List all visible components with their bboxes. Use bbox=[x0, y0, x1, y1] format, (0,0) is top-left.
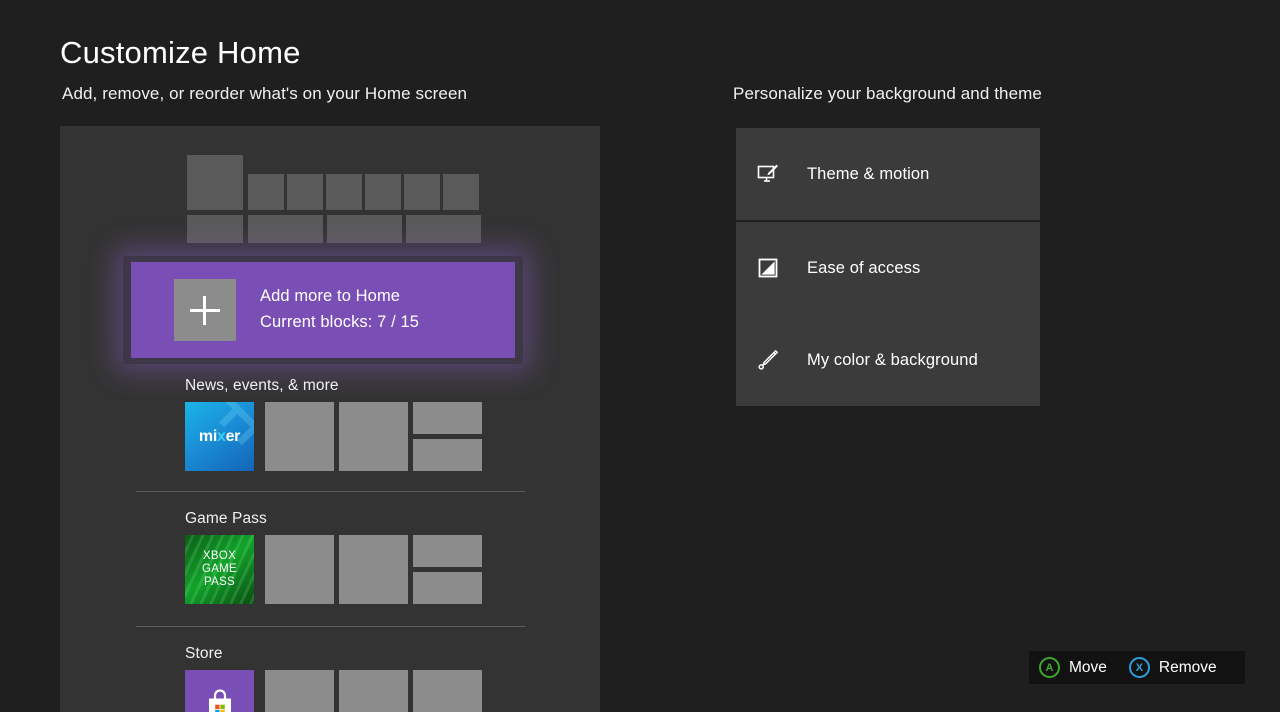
page-subtitle: Add, remove, or reorder what's on your H… bbox=[62, 84, 468, 103]
preview-tile bbox=[443, 174, 479, 210]
tile-placeholder[interactable] bbox=[265, 670, 334, 712]
tiles-row bbox=[185, 670, 482, 712]
tile-placeholder[interactable] bbox=[339, 402, 408, 471]
a-button-icon: A bbox=[1039, 657, 1060, 678]
tile-placeholder[interactable] bbox=[413, 402, 482, 434]
button-legend: A Move X Remove bbox=[1029, 651, 1245, 684]
tiles-row: XBOX GAME PASS bbox=[185, 535, 482, 604]
preview-tile bbox=[404, 174, 440, 210]
preview-tile bbox=[327, 215, 402, 243]
legend-label: Move bbox=[1069, 658, 1107, 676]
personalize-heading: Personalize your background and theme bbox=[733, 84, 1042, 103]
preview-tile bbox=[187, 155, 243, 210]
option-label: Ease of access bbox=[807, 258, 921, 277]
mixer-logo: mixer bbox=[198, 427, 241, 445]
ease-of-access-icon bbox=[755, 255, 781, 281]
add-more-title: Add more to Home bbox=[260, 287, 401, 306]
section-divider bbox=[136, 626, 525, 627]
tile-placeholder[interactable] bbox=[413, 572, 482, 604]
option-label: My color & background bbox=[807, 350, 978, 369]
game-pass-logo-text: XBOX GAME PASS bbox=[201, 549, 238, 589]
option-ease-of-access[interactable]: Ease of access bbox=[736, 222, 1040, 314]
legend-move[interactable]: A Move bbox=[1039, 657, 1107, 678]
theme-motion-icon bbox=[755, 161, 781, 187]
tile-microsoft-store[interactable] bbox=[185, 670, 254, 712]
section-divider bbox=[136, 491, 525, 492]
preview-tile bbox=[365, 174, 401, 210]
preview-tile bbox=[287, 174, 323, 210]
x-button-icon: X bbox=[1128, 657, 1150, 678]
tile-mixer[interactable]: mixer bbox=[185, 402, 254, 471]
preview-tile bbox=[406, 215, 481, 243]
paintbrush-icon bbox=[755, 347, 781, 373]
preview-tile bbox=[187, 215, 243, 243]
preview-tile bbox=[248, 215, 323, 243]
section-title: Store bbox=[185, 645, 223, 662]
tile-placeholder[interactable] bbox=[413, 670, 482, 712]
home-layout-preview bbox=[187, 155, 481, 245]
option-my-color-and-background[interactable]: My color & background bbox=[736, 314, 1040, 406]
legend-label: Remove bbox=[1158, 658, 1217, 676]
preview-tile bbox=[326, 174, 362, 210]
customize-home-panel: Add more to Home Current blocks: 7 / 15 … bbox=[60, 126, 600, 712]
current-blocks-count: Current blocks: 7 / 15 bbox=[260, 313, 420, 331]
tile-xbox-game-pass[interactable]: XBOX GAME PASS bbox=[185, 535, 254, 604]
section-title: Game Pass bbox=[185, 510, 267, 527]
tile-placeholder[interactable] bbox=[339, 670, 408, 712]
tiles-row: mixer bbox=[185, 402, 482, 471]
plus-icon bbox=[174, 279, 236, 341]
preview-tile bbox=[248, 174, 284, 210]
tile-placeholder[interactable] bbox=[265, 402, 334, 471]
add-more-to-home-button[interactable]: Add more to Home Current blocks: 7 / 15 bbox=[131, 262, 515, 358]
tile-placeholder[interactable] bbox=[339, 535, 408, 604]
page-title: Customize Home bbox=[60, 35, 301, 70]
option-theme-and-motion[interactable]: Theme & motion bbox=[736, 128, 1040, 220]
section-title: News, events, & more bbox=[185, 377, 339, 394]
add-more-to-home-card[interactable]: Add more to Home Current blocks: 7 / 15 bbox=[123, 256, 523, 364]
store-bag-icon bbox=[203, 686, 237, 712]
tile-placeholder[interactable] bbox=[265, 535, 334, 604]
legend-remove[interactable]: X Remove bbox=[1128, 657, 1217, 678]
tile-placeholder[interactable] bbox=[413, 535, 482, 567]
tile-placeholder[interactable] bbox=[413, 439, 482, 471]
option-label: Theme & motion bbox=[807, 164, 930, 183]
